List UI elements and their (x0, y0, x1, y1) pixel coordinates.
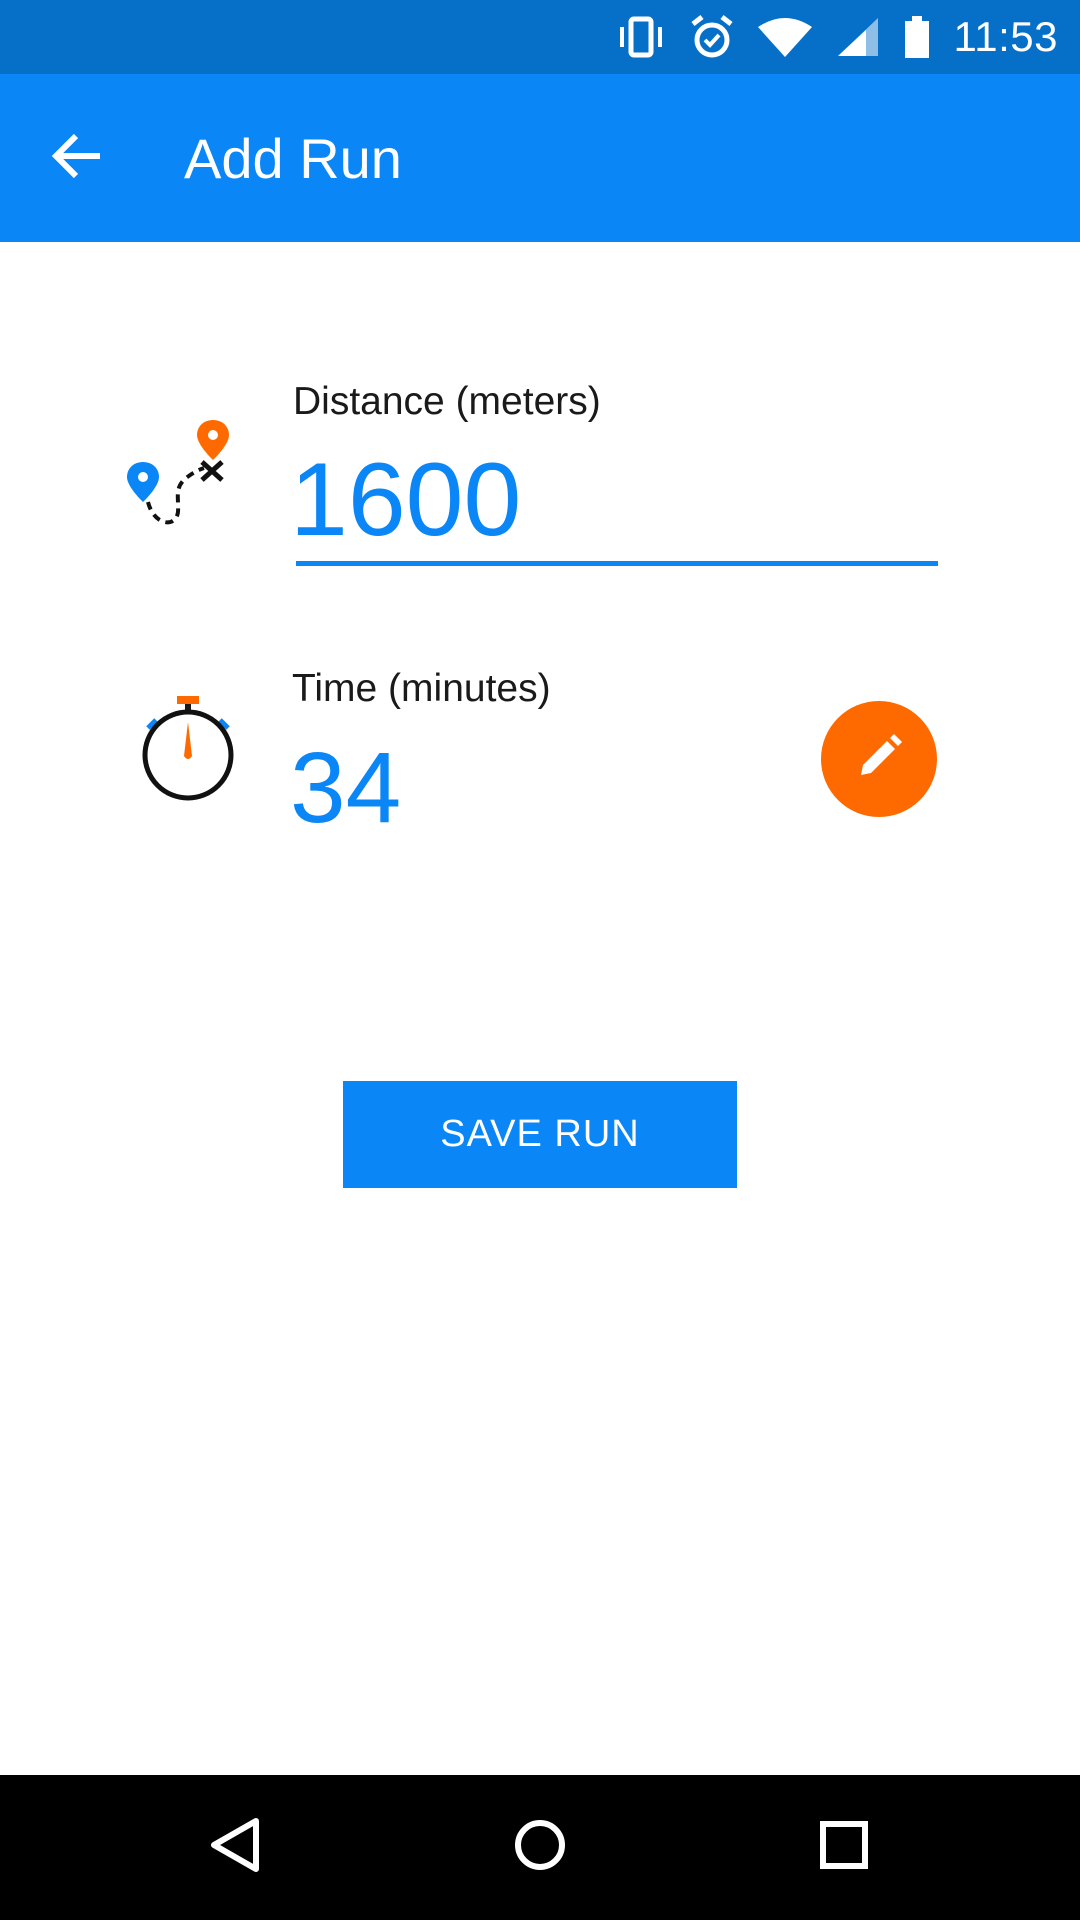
status-icons: 11:53 (616, 0, 1059, 74)
battery-icon (904, 16, 930, 58)
recents-square-icon (816, 1817, 872, 1878)
wifi-icon (757, 17, 812, 57)
distance-input[interactable]: 1600 (290, 448, 521, 552)
nav-back-button[interactable] (186, 1797, 286, 1897)
save-run-button[interactable]: SAVE RUN (343, 1081, 737, 1188)
distance-label: Distance (meters) (293, 380, 601, 423)
back-triangle-icon (208, 1817, 264, 1878)
status-time: 11:53 (953, 13, 1058, 60)
edit-time-button[interactable] (821, 701, 937, 817)
time-label: Time (minutes) (292, 667, 551, 710)
alarm-icon (690, 14, 734, 60)
nav-home-button[interactable] (490, 1797, 590, 1897)
stopwatch-icon (140, 694, 236, 809)
nav-recents-button[interactable] (794, 1797, 894, 1897)
pencil-icon (855, 733, 903, 786)
route-map-icon (124, 416, 234, 537)
app-bar: Add Run (0, 74, 1080, 242)
distance-input-underline (296, 561, 938, 566)
back-button[interactable] (28, 110, 124, 206)
add-run-screen: 11:53 Add Run Distance (meters) 1600 Tim… (0, 0, 1080, 1920)
home-circle-icon (512, 1817, 568, 1878)
vibrate-icon (616, 15, 666, 59)
signal-icon (836, 16, 880, 58)
navigation-bar (0, 1775, 1080, 1920)
arrow-back-icon (50, 132, 102, 185)
time-value: 34 (290, 732, 402, 844)
page-title: Add Run (184, 126, 402, 190)
status-bar: 11:53 (0, 0, 1080, 74)
